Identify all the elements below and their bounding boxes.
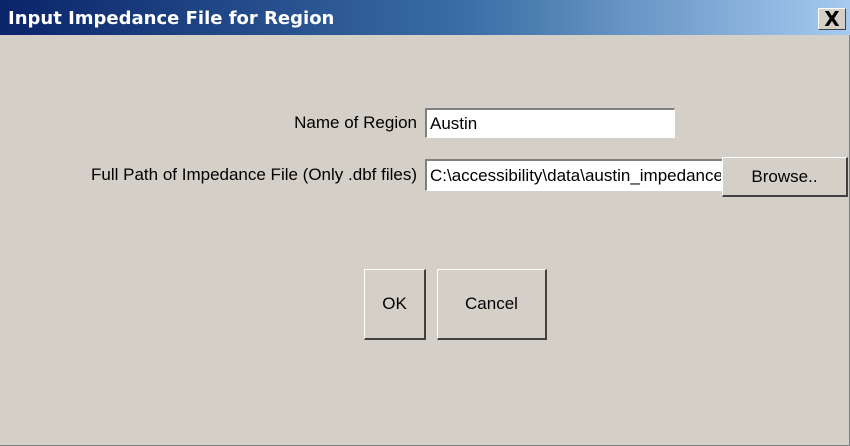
ok-button[interactable]: OK	[364, 269, 426, 340]
impedance-path-input[interactable]	[425, 159, 725, 191]
window-title: Input Impedance File for Region	[8, 8, 335, 29]
cancel-button[interactable]: Cancel	[437, 269, 547, 340]
browse-button[interactable]: Browse..	[722, 157, 848, 197]
region-name-input[interactable]	[425, 108, 675, 138]
close-button[interactable]: X	[818, 7, 846, 31]
close-icon: X	[824, 7, 840, 31]
region-name-label: Name of Region	[294, 113, 417, 132]
impedance-path-label: Full Path of Impedance File (Only .dbf f…	[91, 165, 417, 184]
title-bar[interactable]: Input Impedance File for Region X	[0, 0, 850, 35]
dialog-window: Input Impedance File for Region X Name o…	[0, 0, 850, 446]
